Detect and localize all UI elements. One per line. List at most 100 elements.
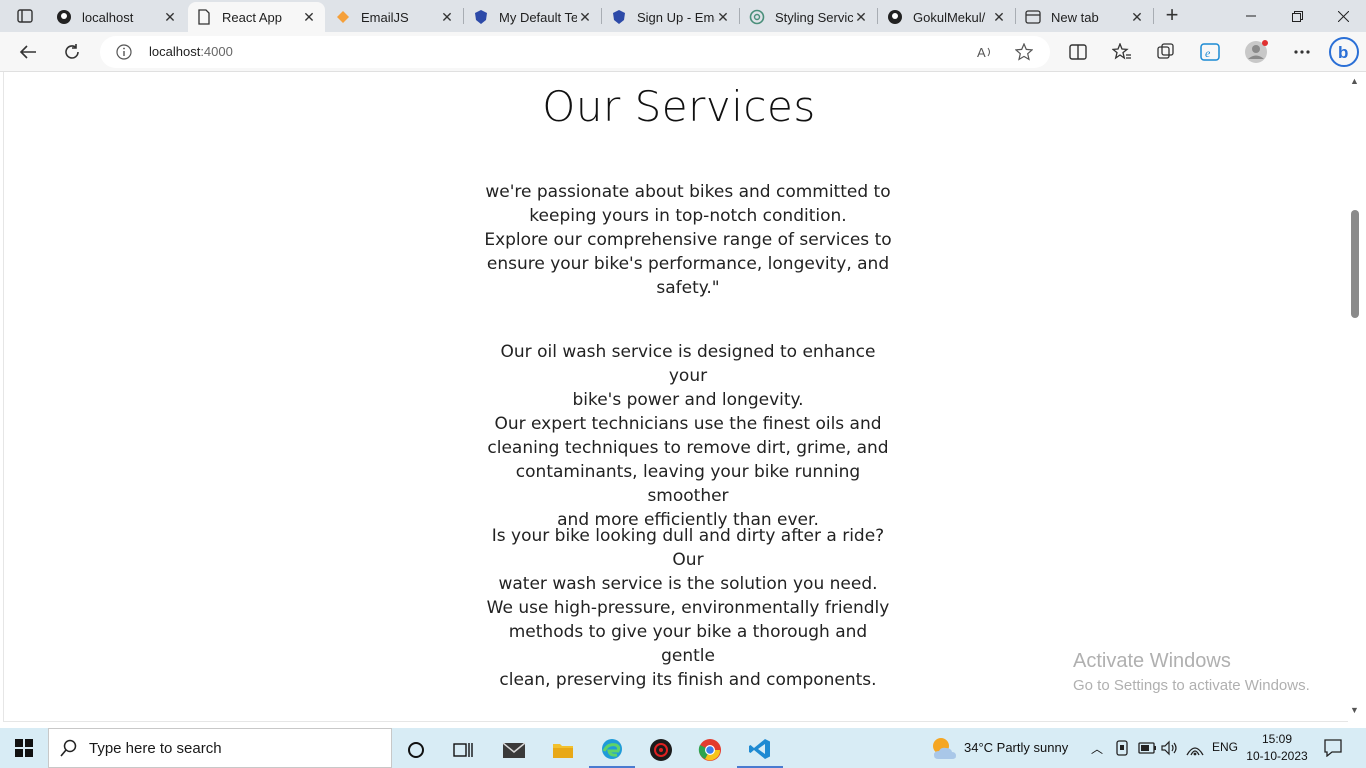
page-content: Our Services we're passionate about bike… [3,72,1348,722]
split-screen-button[interactable] [1064,38,1092,66]
tab-emailjs[interactable]: EmailJS ✕ [327,2,463,32]
collections-button[interactable] [1152,38,1180,66]
tab-localhost[interactable]: localhost ✕ [48,2,186,32]
tab-title: Sign Up - Ema [637,9,715,25]
favorites-button[interactable] [1108,38,1136,66]
app-bug-icon [650,739,672,761]
tab-new-tab[interactable]: New tab ✕ [1017,2,1153,32]
newtab-icon [1025,9,1041,25]
close-icon[interactable]: ✕ [301,9,317,25]
scrollbar-thumb[interactable] [1351,210,1359,318]
vertical-scrollbar[interactable] [1349,72,1366,722]
tab-my-default[interactable]: My Default Te ✕ [465,2,601,32]
bing-icon: b [1329,37,1359,67]
tab-actions-icon [17,9,33,23]
weather-icon[interactable] [930,735,958,766]
profile-avatar[interactable] [1242,38,1270,66]
tab-title: React App [222,9,282,25]
tab-actions-button[interactable] [6,4,44,28]
shield-icon [611,9,627,25]
language-indicator[interactable]: ENG [1212,740,1238,754]
collections-icon [1157,43,1174,59]
volume-icon[interactable] [1161,740,1179,761]
weather-text[interactable]: 34°C Partly sunny [964,740,1068,755]
windows-taskbar: Type here to search 34°C Partly sunny ︿ … [0,728,1366,768]
edge-app-button[interactable] [589,732,635,768]
vscode-icon [749,739,770,759]
url-host: localhost [149,44,201,59]
read-aloud-icon[interactable]: A [976,43,994,66]
close-icon[interactable]: ✕ [853,9,869,25]
favorites-icon [1112,43,1131,60]
app-red-button[interactable] [638,732,684,768]
close-icon [1337,10,1349,22]
folder-icon [553,744,573,758]
svg-text:e: e [1205,46,1211,60]
openai-icon [749,9,765,25]
refresh-icon [65,44,79,59]
paragraph-line: Our expert technicians use the finest oi… [494,414,882,434]
file-explorer-button[interactable] [540,732,586,768]
svg-text:b: b [1338,43,1348,62]
mail-app-button[interactable] [491,732,537,768]
github-icon [56,9,72,25]
paragraph-line: We use high-pressure, environmentally fr… [486,598,890,618]
paragraph-line: water wash service is the solution you n… [498,574,878,594]
url-text: localhost:4000 [149,44,233,59]
cortana-circle-icon [408,742,424,758]
scroll-up-arrow-icon[interactable]: ▲ [1350,76,1360,86]
cortana-button[interactable] [393,732,439,768]
tab-separator [601,8,602,24]
close-icon[interactable]: ✕ [439,9,455,25]
clock-date: 10-10-2023 [1246,749,1308,763]
system-clock[interactable]: 15:09 10-10-2023 [1242,731,1312,765]
task-view-button[interactable] [440,732,486,768]
meet-now-icon[interactable] [1115,740,1129,761]
favorite-star-icon[interactable] [1014,42,1034,66]
new-tab-button[interactable]: + [1160,4,1184,28]
info-icon[interactable] [116,44,132,60]
vscode-app-button[interactable] [737,732,783,768]
wifi-icon[interactable] [1186,740,1204,761]
tab-bar: localhost ✕ React App ✕ EmailJS ✕ My Def… [0,0,1366,32]
battery-icon[interactable] [1138,740,1158,761]
search-icon [49,739,89,757]
paragraph-line: we're passionate about bikes and committ… [485,182,891,202]
paragraph-line: safety." [656,278,720,298]
back-button[interactable] [14,38,42,66]
close-icon[interactable]: ✕ [1129,9,1145,25]
tab-title: GokulMekul/ [913,9,986,25]
emailjs-icon [335,9,351,25]
chevron-up-icon[interactable]: ︿ [1091,740,1103,757]
chrome-app-button[interactable] [687,732,733,768]
close-window-button[interactable] [1320,0,1366,32]
shield-icon [473,9,489,25]
intro-paragraph: we're passionate about bikes and committ… [482,180,894,300]
bing-copilot-button[interactable]: b [1328,36,1360,68]
close-icon[interactable]: ✕ [577,9,593,25]
close-icon[interactable]: ✕ [991,9,1007,25]
start-button[interactable] [0,728,48,768]
paragraph-line: contaminants, leaving your bike running … [515,462,861,506]
close-icon[interactable]: ✕ [162,9,178,25]
notification-center-icon[interactable] [1324,739,1342,762]
address-bar[interactable]: localhost:4000 A [100,36,1050,68]
edge-ie-mode-button[interactable]: e [1196,38,1224,66]
tab-styling-services[interactable]: Styling Servic ✕ [741,2,877,32]
tab-sign-up[interactable]: Sign Up - Ema ✕ [603,2,739,32]
minimize-button[interactable] [1228,0,1274,32]
refresh-button[interactable] [58,38,86,66]
minimize-icon [1246,15,1256,17]
tab-github[interactable]: GokulMekul/ ✕ [879,2,1015,32]
close-icon[interactable]: ✕ [715,9,731,25]
tab-separator [1153,8,1154,24]
scroll-down-arrow-icon[interactable]: ▼ [1350,705,1360,715]
restore-button[interactable] [1274,0,1320,32]
mail-icon [502,742,526,758]
paragraph-line: Our oil wash service is designed to enha… [500,342,876,386]
water-wash-paragraph: Is your bike looking dull and dirty afte… [482,524,894,692]
tab-react-app[interactable]: React App ✕ [188,2,325,32]
settings-more-button[interactable] [1288,38,1316,66]
taskbar-search-box[interactable]: Type here to search [48,728,392,768]
restore-icon [1291,10,1303,22]
